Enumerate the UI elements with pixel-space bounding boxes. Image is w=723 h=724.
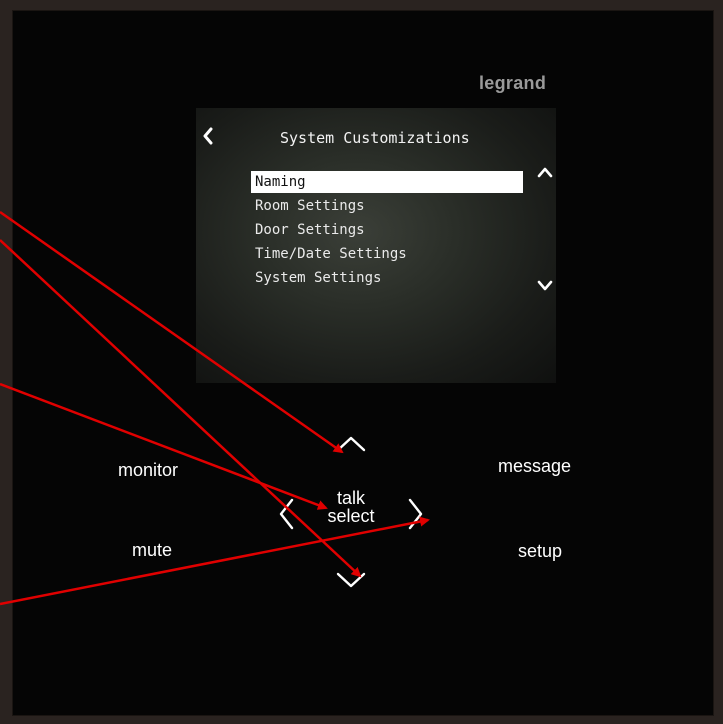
screenshot-stage: legrand System Customizations Naming Roo… (0, 0, 723, 724)
scroll-up-icon (537, 167, 553, 178)
settings-menu: Naming Room Settings Door Settings Time/… (251, 171, 523, 291)
mute-button[interactable]: mute (132, 540, 172, 561)
nav-right-icon[interactable] (406, 496, 426, 532)
monitor-button[interactable]: monitor (118, 460, 178, 481)
menu-item-system-settings[interactable]: System Settings (251, 267, 523, 291)
screen-title: System Customizations (280, 129, 470, 147)
menu-item-room-settings[interactable]: Room Settings (251, 195, 523, 219)
menu-item-time-date-settings[interactable]: Time/Date Settings (251, 243, 523, 267)
talk-label: talk (336, 488, 365, 508)
message-button[interactable]: message (498, 456, 571, 477)
nav-up-icon[interactable] (334, 432, 368, 454)
select-label: select (327, 506, 375, 526)
device-frame: legrand System Customizations Naming Roo… (0, 0, 723, 724)
nav-down-icon[interactable] (334, 570, 368, 592)
scroll-down-icon (537, 280, 553, 291)
setup-button[interactable]: setup (518, 541, 562, 562)
menu-item-door-settings[interactable]: Door Settings (251, 219, 523, 243)
nav-left-icon[interactable] (276, 496, 296, 532)
lcd-screen: System Customizations Naming Room Settin… (196, 108, 556, 383)
back-icon[interactable] (201, 126, 215, 146)
intercom-panel: legrand System Customizations Naming Roo… (12, 10, 714, 716)
talk-select-button[interactable]: talk select (315, 489, 387, 525)
menu-item-naming[interactable]: Naming (251, 171, 523, 193)
brand-logo: legrand (479, 73, 547, 93)
